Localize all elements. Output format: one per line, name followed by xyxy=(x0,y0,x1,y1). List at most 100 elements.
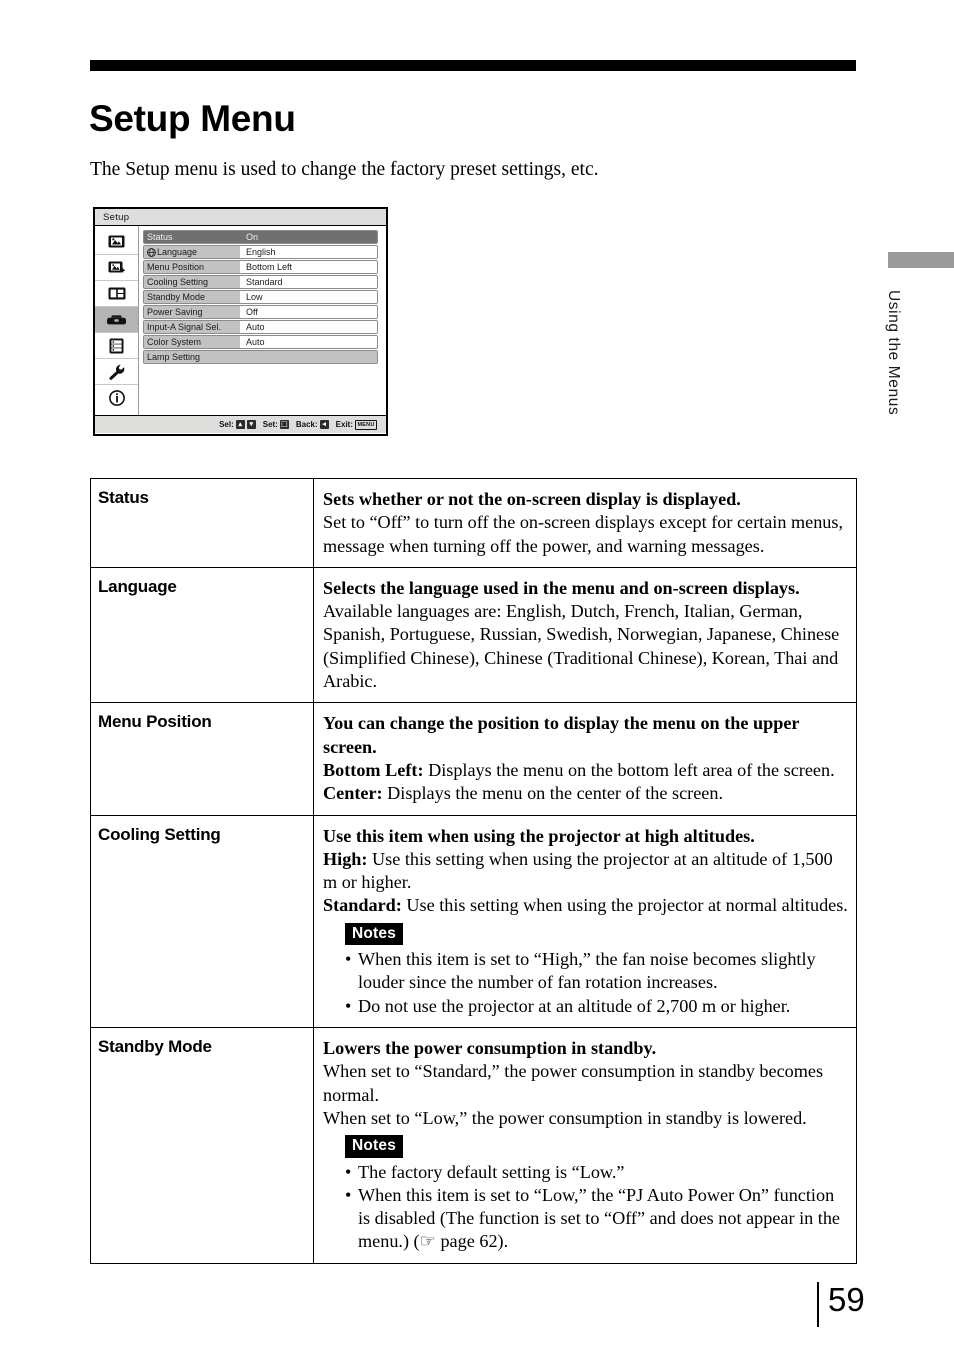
osd-row-label: Input-A Signal Sel. xyxy=(144,321,240,333)
option-term: High: xyxy=(323,848,368,869)
osd-sidebar xyxy=(95,226,139,415)
osd-row-value: Low xyxy=(240,291,377,303)
hint-select-label: Sel: xyxy=(219,420,234,429)
table-cell-key: Menu Position xyxy=(90,702,314,816)
osd-row-label: Menu Position xyxy=(144,261,240,273)
osd-sidebar-item-picture-add[interactable] xyxy=(95,255,138,281)
table-cell-key: Status xyxy=(90,478,314,568)
toolbox-icon xyxy=(106,313,127,326)
osd-titlebar-label: Setup xyxy=(103,211,130,223)
enter-key-icon: ⬚ xyxy=(279,420,289,429)
osd-row-label: Power Saving xyxy=(144,306,240,318)
title-rule xyxy=(90,60,856,71)
table-cell-description: You can change the position to display t… xyxy=(313,702,857,816)
osd-row-menu-position[interactable]: Menu Position Bottom Left xyxy=(143,260,378,274)
option-term: Standard: xyxy=(323,895,402,916)
notes-badge: Notes xyxy=(345,1135,404,1158)
intro-paragraph: The Setup menu is used to change the fac… xyxy=(90,158,599,180)
osd-row-input-a-signal-sel[interactable]: Input-A Signal Sel. Auto xyxy=(143,320,378,334)
table-cell-description: Lowers the power consumption in standby.… xyxy=(313,1027,857,1264)
picture-icon xyxy=(108,235,125,248)
osd-sidebar-item-information[interactable] xyxy=(95,385,138,411)
osd-row-value: On xyxy=(240,231,377,243)
osd-sidebar-item-setup[interactable] xyxy=(95,307,138,333)
osd-row-status[interactable]: Status On xyxy=(143,230,378,244)
description-headline: Lowers the power consumption in standby. xyxy=(323,1038,657,1059)
note-item: When this item is set to “High,” the fan… xyxy=(345,948,848,995)
description-body: Set to “Off” to turn off the on-screen d… xyxy=(323,512,844,556)
osd-body: Status On Language English Menu Position… xyxy=(95,226,386,415)
hint-select: Sel: ▴ ▾ xyxy=(219,420,256,429)
settings-description-table: Status Sets whether or not the on-screen… xyxy=(90,478,857,1264)
osd-row-cooling-setting[interactable]: Cooling Setting Standard xyxy=(143,275,378,289)
page-number: 59 xyxy=(828,1281,865,1318)
table-cell-description: Use this item when using the projector a… xyxy=(313,814,857,1029)
note-item: The factory default setting is “Low.” xyxy=(345,1161,848,1185)
description-headline: Selects the language used in the menu an… xyxy=(323,577,800,598)
option-desc: Use this setting when using the projecto… xyxy=(401,895,848,916)
section-tab-label: Using the Menus xyxy=(885,290,902,416)
table-row-language: Language Selects the language used in th… xyxy=(90,566,857,704)
page-number-rule xyxy=(817,1282,819,1327)
osd-footer-hints: Sel: ▴ ▾ Set: ⬚ Back: ◂ Exit: MENU xyxy=(95,415,386,433)
section-tab-marker xyxy=(888,252,954,268)
table-row-menu-position: Menu Position You can change the positio… xyxy=(90,702,857,816)
osd-row-value: Bottom Left xyxy=(240,261,377,273)
table-row-standby-mode: Standby Mode Lowers the power consumptio… xyxy=(90,1027,857,1264)
wrench-icon xyxy=(108,364,126,380)
osd-row-value: Off xyxy=(240,306,377,318)
description-headline: Sets whether or not the on-screen displa… xyxy=(323,489,741,509)
hint-back-label: Back: xyxy=(295,420,318,429)
description-body-2: When set to “Low,” the power consumption… xyxy=(323,1107,807,1128)
hint-exit: Exit: MENU xyxy=(335,419,377,430)
table-cell-key: Language xyxy=(90,566,314,704)
notes-list: When this item is set to “High,” the fan… xyxy=(323,948,848,1018)
osd-row-label: Cooling Setting xyxy=(144,276,240,288)
osd-row-power-saving[interactable]: Power Saving Off xyxy=(143,305,378,319)
osd-screenshot-figure: Setup Status On Language English Menu Po… xyxy=(93,207,388,436)
osd-item-list: Status On Language English Menu Position… xyxy=(139,226,386,415)
arrow-left-key-icon: ◂ xyxy=(319,420,329,429)
osd-row-label: Color System xyxy=(144,336,240,348)
osd-row-label: Standby Mode xyxy=(144,291,240,303)
notes-list: The factory default setting is “Low.” Wh… xyxy=(323,1161,848,1254)
option-desc: Use this setting when using the projecto… xyxy=(323,848,833,893)
hint-set-label: Set: xyxy=(262,420,278,429)
osd-row-label: Status xyxy=(144,231,240,243)
description-headline: You can change the position to display t… xyxy=(323,713,800,757)
osd-sidebar-item-installation[interactable] xyxy=(95,359,138,385)
notes-badge: Notes xyxy=(345,922,404,946)
osd-row-color-system[interactable]: Color System Auto xyxy=(143,335,378,349)
globe-icon xyxy=(147,247,156,257)
table-cell-description: Sets whether or not the on-screen displa… xyxy=(313,478,857,568)
osd-sidebar-item-picture[interactable] xyxy=(95,229,138,255)
osd-row-label-text: Language xyxy=(157,247,198,257)
page-title: Setup Menu xyxy=(89,97,296,139)
osd-row-label-language: Language xyxy=(144,246,240,258)
osd-sidebar-item-function[interactable] xyxy=(95,333,138,359)
osd-row-language[interactable]: Language English xyxy=(143,245,378,259)
osd-row-value: Auto xyxy=(240,336,377,348)
table-cell-key: Standby Mode xyxy=(90,1027,314,1264)
note-item: When this item is set to “Low,” the “PJ … xyxy=(345,1184,848,1254)
option-desc: Displays the menu on the center of the s… xyxy=(382,783,723,804)
hint-exit-label: Exit: xyxy=(335,420,353,429)
option-term: Bottom Left: xyxy=(323,759,424,780)
osd-row-lamp-setting[interactable]: Lamp Setting xyxy=(143,350,378,364)
arrow-up-key-icon: ▴ xyxy=(235,420,245,429)
osd-row-label: Lamp Setting xyxy=(144,351,377,363)
hint-set: Set: ⬚ xyxy=(263,420,289,429)
screen-split-icon xyxy=(108,287,126,300)
osd-row-standby-mode[interactable]: Standby Mode Low xyxy=(143,290,378,304)
menu-key-icon: MENU xyxy=(355,419,377,430)
arrow-down-key-icon: ▾ xyxy=(246,420,256,429)
info-icon xyxy=(108,390,125,406)
option-term: Center: xyxy=(323,783,383,804)
description-headline: Use this item when using the projector a… xyxy=(323,825,755,846)
table-cell-key: Cooling Setting xyxy=(90,814,314,1029)
description-body: Available languages are: English, Dutch,… xyxy=(323,601,840,692)
table-row-cooling-setting: Cooling Setting Use this item when using… xyxy=(90,814,857,1029)
osd-titlebar: Setup xyxy=(95,209,386,226)
osd-sidebar-item-screen-split[interactable] xyxy=(95,281,138,307)
hint-back: Back: ◂ xyxy=(296,420,329,429)
